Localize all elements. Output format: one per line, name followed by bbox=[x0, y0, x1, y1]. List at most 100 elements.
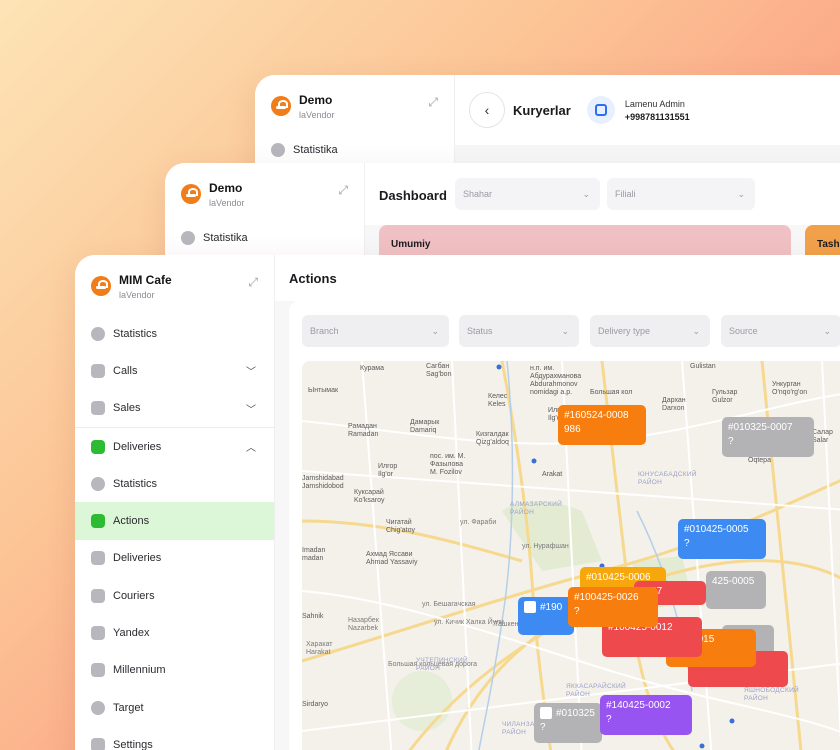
status-filter-placeholder: Status bbox=[467, 326, 493, 336]
sidebar-item-yandex[interactable]: Yandex bbox=[75, 614, 274, 651]
dollar-icon bbox=[91, 401, 105, 416]
delivery-map[interactable]: Курама Сагбан Sag'bon н.п. им. Абдурахмано… bbox=[302, 361, 840, 750]
middle-brand: Demo laVendor ⤢ bbox=[165, 163, 364, 223]
map-label: Большая кол bbox=[590, 389, 633, 396]
map-label: Jamshidabad Jamshidobod bbox=[302, 475, 344, 490]
chart-circle-icon bbox=[271, 143, 285, 157]
courier-icon bbox=[91, 588, 105, 603]
back-button[interactable]: ‹ bbox=[469, 92, 505, 128]
map-label: н.п. им. Абдурахманова Abdurahmonov nomi… bbox=[530, 365, 582, 396]
map-label: Назарбек Nazarbek bbox=[348, 617, 379, 632]
logo-icon bbox=[271, 96, 291, 116]
expand-icon[interactable]: ⤢ bbox=[248, 275, 258, 290]
sidebar-item-label: Deliveries bbox=[113, 552, 162, 565]
logo-icon bbox=[181, 184, 201, 204]
district-label: АЛМАЗАРСКИЙ РАЙОН bbox=[510, 501, 563, 516]
marker-checkbox[interactable] bbox=[524, 601, 536, 614]
source-filter[interactable]: Source ⌄ bbox=[721, 315, 840, 347]
map-label: ул. Бешагачская bbox=[422, 601, 476, 608]
delivery-marker[interactable]: #160524-0008 986 bbox=[558, 405, 646, 445]
map-label: Ункурган O'nqo'rg'on bbox=[772, 381, 808, 396]
avatar[interactable] bbox=[586, 96, 615, 124]
brand-name: MIM Cafe bbox=[119, 273, 172, 287]
settings-icon bbox=[91, 737, 105, 750]
expand-icon[interactable]: ⤢ bbox=[428, 95, 438, 110]
yandex-icon bbox=[91, 626, 105, 641]
map-label: Келес Keles bbox=[488, 393, 508, 408]
map-label: Sahnik bbox=[302, 613, 324, 620]
front-brand: MIM Cafe laVendor ⤢ bbox=[75, 255, 274, 315]
delivery-type-filter[interactable]: Delivery type ⌄ bbox=[590, 315, 710, 347]
chevron-down-icon: ⌄ bbox=[737, 188, 745, 199]
brand-sub: laVendor bbox=[209, 198, 245, 208]
chevron-down-icon: ⌄ bbox=[582, 188, 590, 199]
map-label: Сагбан Sag'bon bbox=[426, 363, 452, 378]
map-label: Arakat bbox=[542, 471, 563, 478]
user-phone: +998781131551 bbox=[624, 111, 690, 122]
map-label: Дамарык Damariq bbox=[410, 419, 440, 434]
sidebar-item-label: Statistika bbox=[203, 232, 248, 244]
city-select-placeholder: Shahar bbox=[463, 189, 493, 199]
delivery-marker[interactable]: 425-0005 bbox=[706, 571, 766, 609]
marker-checkbox[interactable] bbox=[540, 707, 552, 720]
sidebar-item-label: Statistics bbox=[113, 327, 158, 340]
chart-circle-icon bbox=[91, 476, 105, 491]
expand-icon[interactable]: ⤢ bbox=[338, 183, 348, 198]
brand-name: Demo bbox=[209, 181, 243, 195]
chart-circle-icon bbox=[91, 326, 105, 341]
marker-label: #010425-0005 ? bbox=[684, 524, 749, 549]
map-label: Илгор Ilg'or bbox=[378, 463, 398, 478]
chevron-up-icon[interactable]: ︿ bbox=[246, 439, 256, 454]
sidebar-item-statistika[interactable]: Statistika bbox=[255, 135, 454, 165]
sidebar-nav: Statistics Calls ﹀ Sales ﹀ Deliveries ︿ Statist… bbox=[75, 315, 274, 750]
back-brand: Demo laVendor ⤢ bbox=[255, 75, 454, 135]
sidebar-item-label: Calls bbox=[113, 364, 138, 377]
target-icon bbox=[91, 700, 105, 715]
sidebar-item-target[interactable]: Target bbox=[75, 689, 274, 726]
brand-sub: laVendor bbox=[119, 290, 155, 300]
delivery-marker[interactable]: #010325-0007 ? bbox=[722, 417, 814, 457]
sidebar-item-deliveries[interactable]: Deliveries ︿ bbox=[75, 428, 274, 465]
sidebar-item-settings[interactable]: Settings bbox=[75, 726, 274, 750]
front-sidebar: MIM Cafe laVendor ⤢ Statistics Calls ﹀ Sale… bbox=[75, 255, 275, 750]
map-label: ул. Нурафшан bbox=[522, 543, 569, 550]
delivery-type-filter-placeholder: Delivery type bbox=[598, 326, 651, 336]
sidebar-item-label: Statistics bbox=[113, 477, 158, 490]
sidebar-item-sales[interactable]: Sales ﹀ bbox=[75, 390, 274, 427]
sidebar-item-label: Deliveries bbox=[113, 440, 162, 453]
city-select[interactable]: Shahar ⌄ bbox=[455, 178, 600, 210]
map-label: Чигатай Chig'atoy bbox=[386, 519, 415, 534]
sidebar-item-statistika[interactable]: Statistika bbox=[165, 223, 364, 253]
status-filter[interactable]: Status ⌄ bbox=[459, 315, 579, 347]
branch-select-placeholder: Filiali bbox=[615, 189, 636, 199]
sidebar-item-calls[interactable]: Calls ﹀ bbox=[75, 352, 274, 389]
marker-label: 425-0005 bbox=[712, 576, 755, 587]
delivery-marker[interactable]: #140425-0002 ? bbox=[600, 695, 692, 735]
sidebar-item-millennium[interactable]: Millennium bbox=[75, 652, 274, 689]
sidebar-item-statistics[interactable]: Statistics bbox=[75, 465, 274, 502]
chevron-down-icon: ⌄ bbox=[431, 325, 439, 336]
sidebar-item-couriers[interactable]: Couriers bbox=[75, 577, 274, 614]
truck-icon bbox=[91, 439, 105, 454]
branch-filter[interactable]: Branch ⌄ bbox=[302, 315, 449, 347]
brand-sub: laVendor bbox=[299, 110, 335, 120]
sidebar-item-statistics[interactable]: Statistics bbox=[75, 315, 274, 352]
front-main: Actions Branch ⌄ Status ⌄ Delivery type … bbox=[275, 255, 840, 750]
chevron-down-icon[interactable]: ﹀ bbox=[246, 363, 256, 378]
chevron-down-icon[interactable]: ﹀ bbox=[246, 401, 256, 416]
marker-label: #100425-0026 ? bbox=[574, 592, 639, 617]
delivery-marker[interactable]: #010425-0005 ? bbox=[678, 519, 766, 559]
map-label: Sirdaryo bbox=[302, 701, 329, 708]
delivery-marker[interactable]: #190 bbox=[518, 597, 574, 635]
delivery-marker[interactable]: #010325 ? bbox=[534, 703, 602, 743]
marker-label: #160524-0008 986 bbox=[564, 410, 629, 435]
front-topbar: Actions bbox=[275, 255, 840, 301]
sidebar-item-actions[interactable]: Actions bbox=[75, 502, 274, 540]
map-label: пос. им. М. Фазылова M. Fozilov bbox=[430, 453, 466, 476]
delivery-marker[interactable]: #100425-0026 ? bbox=[568, 587, 658, 627]
map-label: Курама bbox=[360, 365, 384, 372]
card-orange-title: Tash bbox=[817, 239, 840, 250]
branch-select[interactable]: Filiali ⌄ bbox=[607, 178, 755, 210]
sidebar-item-deliveries[interactable]: Deliveries bbox=[75, 540, 274, 577]
page-title: Dashboard bbox=[379, 188, 447, 203]
